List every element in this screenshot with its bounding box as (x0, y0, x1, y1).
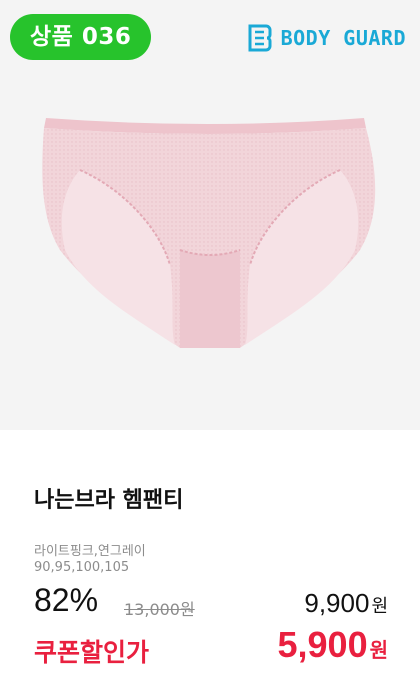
product-info[interactable]: 나는브라 헴팬티 라이트핑크,연그레이 90,95,100,105 82% 13… (0, 430, 420, 700)
panty-image (42, 118, 376, 348)
discount-rate: 82% (34, 582, 99, 618)
coupon-price: 5,900 원 (278, 624, 389, 666)
sale-price-value: 9,900 (304, 588, 370, 618)
sale-price-unit: 원 (371, 596, 388, 617)
coupon-price-unit: 원 (369, 638, 388, 662)
brand-logo: BODY GUARD (247, 22, 406, 54)
product-title[interactable]: 나는브라 헴팬티 (34, 482, 183, 514)
size-options: 90,95,100,105 (34, 560, 130, 575)
bodyguard-logo-icon (248, 24, 272, 52)
sale-price: 9,900 원 (304, 588, 388, 619)
brand-name: BODY GUARD (280, 26, 406, 50)
product-number-badge: 상품 036 (10, 14, 152, 60)
coupon-price-label: 쿠폰할인가 (34, 638, 150, 667)
coupon-price-value: 5,900 (277, 624, 368, 665)
original-price: 13,000원 (124, 600, 195, 619)
product-image-area[interactable]: 상품 036 BODY GUARD (0, 0, 420, 430)
color-options: 라이트핑크,연그레이 (34, 544, 146, 559)
